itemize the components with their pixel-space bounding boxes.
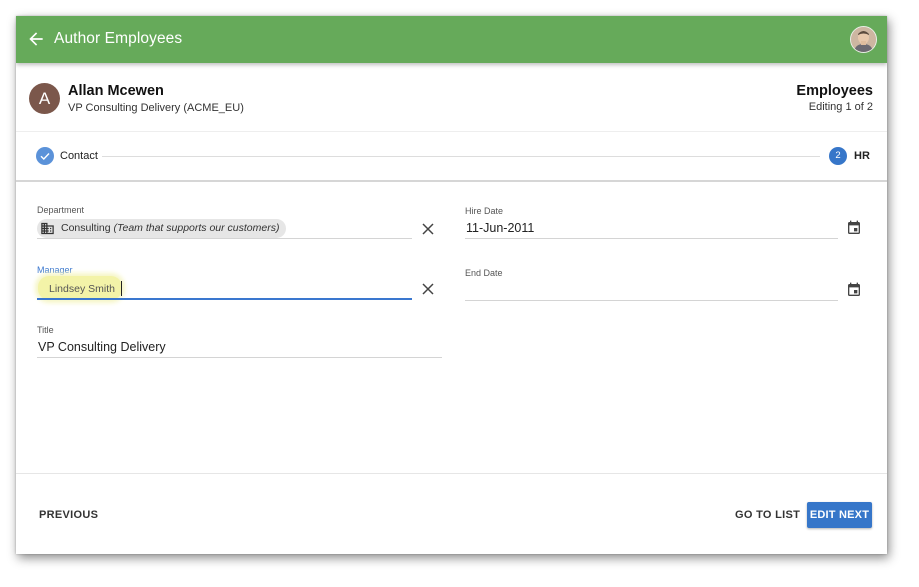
form-footer: PREVIOUS GO TO LIST EDIT NEXT	[16, 473, 887, 554]
building-icon	[41, 222, 54, 235]
previous-button[interactable]: PREVIOUS	[39, 509, 98, 521]
title-label: Title	[37, 325, 54, 335]
user-photo-icon	[851, 27, 876, 52]
hire-date-value[interactable]: 11-Jun-2011	[466, 221, 534, 235]
edit-next-button[interactable]: EDIT NEXT	[807, 502, 872, 528]
department-chip-name: Consulting	[61, 222, 111, 234]
title-underline	[37, 357, 442, 358]
page-title: Author Employees	[54, 30, 183, 47]
app-window: Author Employees A Allan Mcewen VP Consu…	[16, 16, 887, 554]
calendar-icon[interactable]	[846, 282, 862, 298]
app-bar: Author Employees	[16, 16, 887, 63]
step-contact-label[interactable]: Contact	[60, 150, 98, 162]
hire-date-underline	[465, 238, 838, 239]
employee-subtitle: VP Consulting Delivery (ACME_EU)	[68, 102, 244, 114]
step-hr-indicator[interactable]: 2	[829, 147, 847, 165]
calendar-icon[interactable]	[846, 220, 862, 236]
user-avatar[interactable]	[850, 26, 877, 53]
text-caret	[121, 281, 122, 296]
end-date-underline	[465, 300, 838, 301]
title-value[interactable]: VP Consulting Delivery	[38, 340, 166, 354]
employee-name: Allan Mcewen	[68, 83, 164, 99]
record-header: A Allan Mcewen VP Consulting Delivery (A…	[16, 67, 887, 132]
manager-underline	[37, 298, 412, 300]
go-to-list-button[interactable]: GO TO LIST	[735, 509, 800, 521]
stepper: Contact 2 HR	[16, 132, 887, 182]
step-contact-indicator[interactable]	[36, 147, 54, 165]
manager-value: Lindsey Smith	[49, 283, 115, 295]
department-underline	[37, 238, 412, 239]
close-icon[interactable]	[421, 282, 435, 296]
department-chip-desc: (Team that supports our customers)	[113, 222, 280, 234]
editing-status: Editing 1 of 2	[808, 101, 873, 113]
stepper-connector	[102, 156, 820, 157]
manager-label: Manager	[37, 265, 73, 275]
step-hr-label[interactable]: HR	[854, 150, 870, 162]
module-title: Employees	[796, 83, 873, 99]
department-chip[interactable]: Consulting (Team that supports our custo…	[37, 219, 286, 238]
end-date-label: End Date	[465, 268, 503, 278]
employee-avatar: A	[29, 83, 60, 114]
check-icon	[40, 153, 50, 161]
arrow-left-icon[interactable]	[26, 29, 46, 49]
close-icon[interactable]	[421, 222, 435, 236]
department-label: Department	[37, 205, 85, 215]
hire-date-label: Hire Date	[465, 206, 504, 216]
